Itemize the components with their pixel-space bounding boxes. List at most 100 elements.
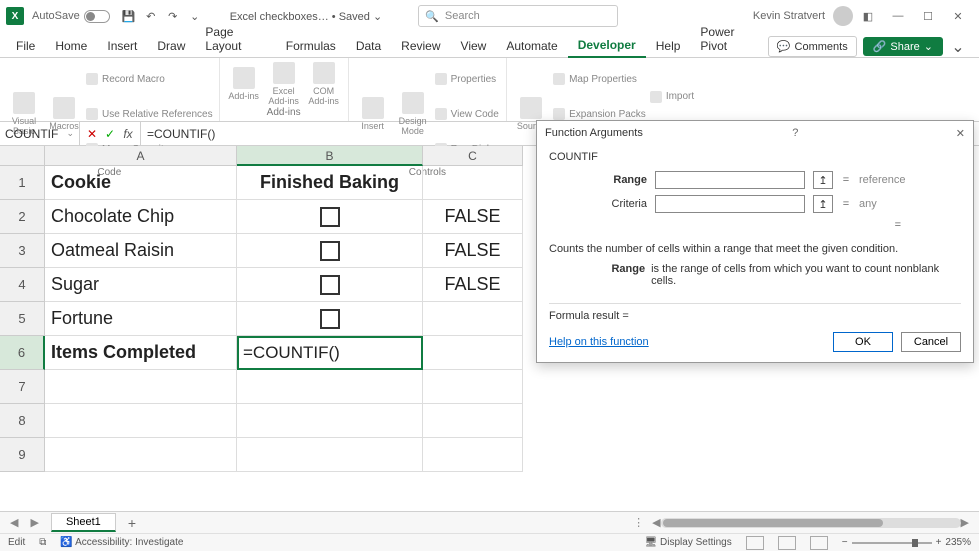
cell-b1[interactable]: Finished Baking [237, 166, 423, 200]
scroll-left-icon[interactable]: ◀ [652, 516, 660, 529]
save-icon[interactable]: 💾 [120, 7, 138, 25]
cell-b6[interactable]: =COUNTIF() [237, 336, 423, 370]
tab-power-pivot[interactable]: Power Pivot [690, 21, 767, 57]
cell-c3[interactable]: FALSE [423, 234, 523, 268]
dialog-help-icon[interactable]: ? [792, 127, 798, 139]
row-header-1[interactable]: 1 [0, 166, 45, 200]
cell-b5[interactable] [237, 302, 423, 336]
cell-c1[interactable] [423, 166, 523, 200]
help-on-function-link[interactable]: Help on this function [549, 336, 649, 348]
horizontal-scrollbar[interactable] [661, 518, 961, 528]
share-button[interactable]: 🔗 Share ⌄ [863, 37, 943, 56]
zoom-level[interactable]: 235% [945, 537, 971, 548]
tab-data[interactable]: Data [346, 35, 391, 57]
tab-automate[interactable]: Automate [496, 35, 567, 57]
dialog-titlebar[interactable]: Function Arguments ? ✕ [537, 121, 973, 145]
ribbon-display-icon[interactable]: ◧ [853, 6, 883, 26]
checkbox[interactable] [320, 309, 340, 329]
addins-button[interactable]: Add-ins [226, 62, 262, 106]
row-header-7[interactable]: 7 [0, 370, 45, 404]
tab-help[interactable]: Help [646, 35, 691, 57]
row-header-2[interactable]: 2 [0, 200, 45, 234]
cell-c6[interactable] [423, 336, 523, 370]
cell-a4[interactable]: Sugar [45, 268, 237, 302]
cell-c2[interactable]: FALSE [423, 200, 523, 234]
cell-c7[interactable] [423, 370, 523, 404]
redo-icon[interactable]: ↷ [164, 7, 182, 25]
maximize-icon[interactable]: ☐ [913, 6, 943, 26]
col-header-b[interactable]: B [237, 146, 423, 166]
zoom-out-icon[interactable]: − [842, 537, 848, 548]
tab-review[interactable]: Review [391, 35, 450, 57]
row-header-9[interactable]: 9 [0, 438, 45, 472]
row-header-8[interactable]: 8 [0, 404, 45, 438]
cell-a8[interactable] [45, 404, 237, 438]
row-header-3[interactable]: 3 [0, 234, 45, 268]
cell-a5[interactable]: Fortune [45, 302, 237, 336]
user-account[interactable]: Kevin Stratvert [753, 6, 853, 26]
cell-a9[interactable] [45, 438, 237, 472]
sheet-nav-prev-icon[interactable]: ◀ [10, 516, 18, 529]
criteria-input[interactable] [655, 195, 805, 213]
add-sheet-button[interactable]: + [128, 515, 136, 531]
record-macro-button[interactable]: Record Macro [86, 62, 213, 96]
autosave-toggle[interactable]: AutoSave [32, 10, 110, 23]
col-header-a[interactable]: A [45, 146, 237, 166]
accessibility-status[interactable]: ♿ Accessibility: Investigate [60, 537, 183, 548]
map-properties-button[interactable]: Map Properties [553, 62, 646, 96]
row-header-6[interactable]: 6 [0, 336, 45, 370]
cell-c4[interactable]: FALSE [423, 268, 523, 302]
cell-a1[interactable]: Cookie [45, 166, 237, 200]
cell-b3[interactable] [237, 234, 423, 268]
com-addins-button[interactable]: COM Add-ins [306, 62, 342, 106]
tab-formulas[interactable]: Formulas [276, 35, 346, 57]
display-settings[interactable]: 🖥 Display Settings [645, 537, 732, 548]
cell-c5[interactable] [423, 302, 523, 336]
scroll-handle-icon[interactable]: ⋮ [633, 516, 644, 529]
view-normal-icon[interactable] [746, 536, 764, 550]
cancel-formula-icon[interactable]: ✕ [84, 127, 100, 141]
cell-a3[interactable]: Oatmeal Raisin [45, 234, 237, 268]
cell-b8[interactable] [237, 404, 423, 438]
enter-formula-icon[interactable]: ✓ [102, 127, 118, 141]
cell-a2[interactable]: Chocolate Chip [45, 200, 237, 234]
view-page-break-icon[interactable] [810, 536, 828, 550]
zoom-slider[interactable]: − + 235% [842, 537, 971, 548]
tab-insert[interactable]: Insert [97, 35, 147, 57]
properties-button[interactable]: Properties [435, 62, 500, 96]
criteria-ref-icon[interactable]: ↥ [813, 195, 833, 213]
tab-developer[interactable]: Developer [568, 34, 646, 58]
minimize-icon[interactable]: — [883, 6, 913, 26]
tab-page-layout[interactable]: Page Layout [195, 21, 275, 57]
collapse-ribbon-icon[interactable]: ⌄ [949, 38, 967, 56]
tab-view[interactable]: View [451, 35, 497, 57]
name-box[interactable]: COUNTIF ⌄ [0, 122, 80, 145]
checkbox[interactable] [320, 275, 340, 295]
tab-home[interactable]: Home [45, 35, 97, 57]
fx-icon[interactable]: fx [120, 127, 136, 141]
tab-draw[interactable]: Draw [147, 35, 195, 57]
cell-b2[interactable] [237, 200, 423, 234]
toggle-switch[interactable] [84, 10, 110, 23]
cell-c9[interactable] [423, 438, 523, 472]
sheet-nav-next-icon[interactable]: ▶ [30, 516, 38, 529]
checkbox[interactable] [320, 241, 340, 261]
cell-b9[interactable] [237, 438, 423, 472]
comments-button[interactable]: 💬 Comments [768, 36, 857, 57]
search-input[interactable]: 🔍 Search [418, 5, 618, 27]
close-icon[interactable]: ✕ [943, 6, 973, 26]
undo-icon[interactable]: ↶ [142, 7, 160, 25]
zoom-in-icon[interactable]: + [936, 537, 942, 548]
checkbox[interactable] [320, 207, 340, 227]
col-header-c[interactable]: C [423, 146, 523, 166]
chevron-down-icon[interactable]: ⌄ [66, 128, 74, 139]
scroll-right-icon[interactable]: ▶ [961, 516, 969, 529]
cell-b4[interactable] [237, 268, 423, 302]
cancel-button[interactable]: Cancel [901, 332, 961, 352]
excel-addins-button[interactable]: Excel Add-ins [266, 62, 302, 106]
sheet-tab-sheet1[interactable]: Sheet1 [51, 513, 116, 532]
cell-c8[interactable] [423, 404, 523, 438]
range-input[interactable] [655, 171, 805, 189]
row-header-5[interactable]: 5 [0, 302, 45, 336]
dialog-close-icon[interactable]: ✕ [956, 127, 965, 140]
